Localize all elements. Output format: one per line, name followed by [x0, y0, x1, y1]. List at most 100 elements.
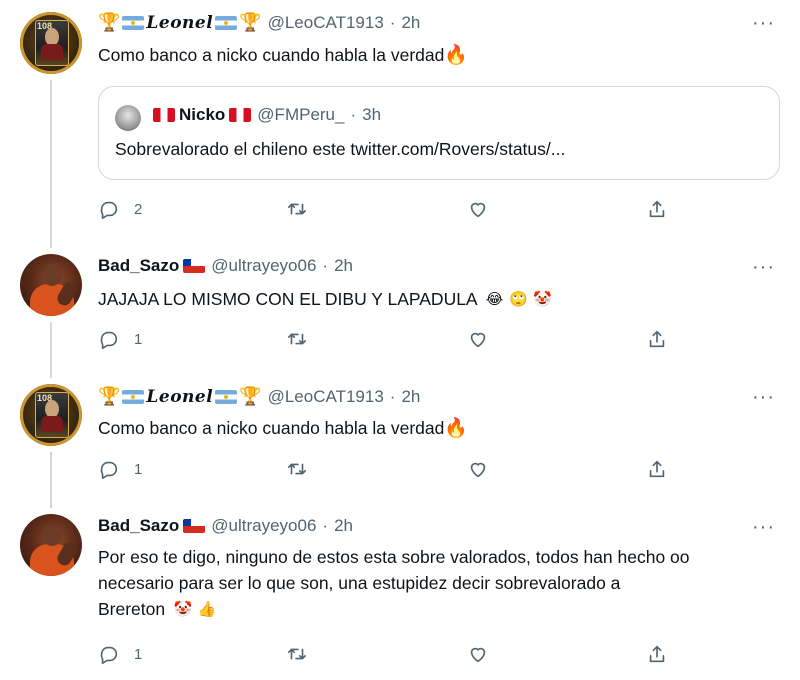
reply-button[interactable]: 1 [98, 458, 142, 480]
reply-button[interactable]: 1 [98, 643, 142, 665]
retweet-icon [287, 203, 307, 215]
reply-button[interactable]: 1 [98, 328, 142, 350]
share-icon [649, 460, 665, 478]
retweet-button[interactable] [286, 198, 308, 220]
crying-laughing-emoji: 😂 [485, 291, 504, 309]
more-icon[interactable]: ··· [752, 516, 775, 539]
tweet-actions: 1 [98, 643, 698, 669]
thumbs-up-emoji: 👍 [197, 601, 217, 619]
tweet-header: Bad_Sazo @ultrayeyo06 · 2h [98, 256, 353, 276]
retweet-icon [287, 648, 307, 660]
tweet-text: JAJAJA LO MISMO CON EL DIBU Y LAPADULA 😂… [98, 286, 788, 312]
avatar[interactable] [20, 514, 82, 576]
thread-line [50, 322, 52, 378]
like-icon [470, 332, 486, 348]
handle[interactable]: @ultrayeyo06 [211, 516, 316, 536]
avatar-shirt [41, 44, 63, 60]
tweet-text-line-last: Brereton 🤡 👍 [98, 596, 788, 622]
avatar-head [42, 264, 62, 286]
display-name[interactable]: Leonel [146, 387, 213, 407]
more-label: ··· [752, 12, 775, 34]
like-button[interactable] [467, 643, 489, 665]
tweet-text-line: Por eso te digo, ninguno de estos esta s… [98, 547, 690, 567]
share-icon [649, 330, 665, 348]
tweet-text-content: Como banco a nicko cuando habla la verda… [98, 45, 445, 65]
fire-emoji: 🔥 [444, 45, 469, 66]
quote-handle[interactable]: @FMPeru_ [257, 105, 344, 125]
avatar[interactable]: 108 [20, 12, 82, 74]
retweet-button[interactable] [286, 328, 308, 350]
clown-emoji: 🤡 [533, 291, 552, 309]
reply-count: 1 [134, 645, 143, 663]
trophy-emoji: 🏆 [239, 386, 262, 406]
tweet-text-line: Brereton [98, 599, 166, 619]
more-icon[interactable]: ··· [752, 12, 775, 35]
thread-line [50, 452, 52, 508]
quoted-tweet[interactable]: Nicko @FMPeru_ · 3h Sobrevalorado el chi… [98, 86, 780, 180]
quote-display-name[interactable]: Nicko [179, 105, 225, 125]
timestamp[interactable]: 2h [334, 256, 353, 276]
quote-timestamp[interactable]: 3h [362, 105, 381, 125]
display-name[interactable]: Bad_Sazo [98, 256, 179, 276]
trophy-emoji: 🏆 [98, 386, 121, 406]
tweet-header: Bad_Sazo @ultrayeyo06 · 2h [98, 516, 353, 536]
retweet-icon [287, 463, 307, 475]
reply-count: 1 [134, 330, 143, 348]
share-icon [649, 200, 665, 218]
tweet-header: 🏆 Leonel 🏆 @LeoCAT1913 · 2h [98, 386, 420, 407]
share-button[interactable] [646, 458, 668, 480]
dot-separator: · [389, 12, 396, 32]
tweet-text: Como banco a nicko cuando habla la verda… [98, 42, 788, 69]
share-button[interactable] [646, 328, 668, 350]
timestamp[interactable]: 2h [401, 13, 420, 33]
avatar-head [42, 524, 62, 546]
tweet-text-content: JAJAJA LO MISMO CON EL DIBU Y LAPADULA [98, 289, 477, 309]
quote-text: Sobrevalorado el chileno este twitter.co… [115, 139, 566, 159]
retweet-button[interactable] [286, 643, 308, 665]
tweet-text-content: Como banco a nicko cuando habla la verda… [98, 418, 445, 438]
share-button[interactable] [646, 643, 668, 665]
more-icon[interactable]: ··· [752, 256, 775, 279]
share-button[interactable] [646, 198, 668, 220]
flag-chile [183, 519, 206, 533]
like-icon [470, 647, 486, 663]
like-button[interactable] [467, 328, 489, 350]
retweet-button[interactable] [286, 458, 308, 480]
tweet-text-line: necesario para ser lo que son, una estup… [98, 573, 621, 593]
timestamp[interactable]: 2h [334, 516, 353, 536]
flag-chile [183, 259, 206, 273]
reply-button[interactable]: 2 [98, 198, 142, 220]
flag-argentina [215, 389, 238, 404]
quote-header: Nicko @FMPeru_ · 3h [149, 105, 381, 125]
clown-emoji: 🤡 [173, 601, 193, 619]
tweet-actions: 1 [98, 328, 698, 354]
flag-peru [229, 108, 252, 122]
retweet-icon [287, 333, 307, 345]
reply-icon [100, 461, 118, 479]
reply-icon [100, 331, 118, 349]
tweet-actions: 2 [98, 198, 698, 224]
tweet-text: Como banco a nicko cuando habla la verda… [98, 415, 788, 442]
handle[interactable]: @LeoCAT1913 [268, 13, 384, 33]
handle[interactable]: @LeoCAT1913 [268, 387, 384, 407]
avatar[interactable] [20, 254, 82, 316]
reply-count: 2 [134, 200, 143, 218]
like-button[interactable] [467, 198, 489, 220]
timestamp[interactable]: 2h [401, 387, 420, 407]
quote-avatar[interactable] [115, 105, 141, 131]
trophy-emoji: 🏆 [239, 12, 262, 32]
more-icon[interactable]: ··· [752, 386, 775, 409]
reply-count: 1 [134, 460, 143, 478]
more-label: ··· [752, 256, 775, 278]
thread-line [50, 80, 52, 248]
like-icon [470, 202, 486, 218]
dot-separator: · [350, 105, 357, 124]
handle[interactable]: @ultrayeyo06 [211, 256, 316, 276]
display-name[interactable]: Bad_Sazo [98, 516, 179, 536]
flag-peru [153, 108, 175, 122]
display-name[interactable]: Leonel [146, 13, 213, 33]
like-button[interactable] [467, 458, 489, 480]
like-icon [470, 462, 486, 478]
avatar[interactable]: 108 [20, 384, 82, 446]
dot-separator: · [322, 256, 329, 275]
